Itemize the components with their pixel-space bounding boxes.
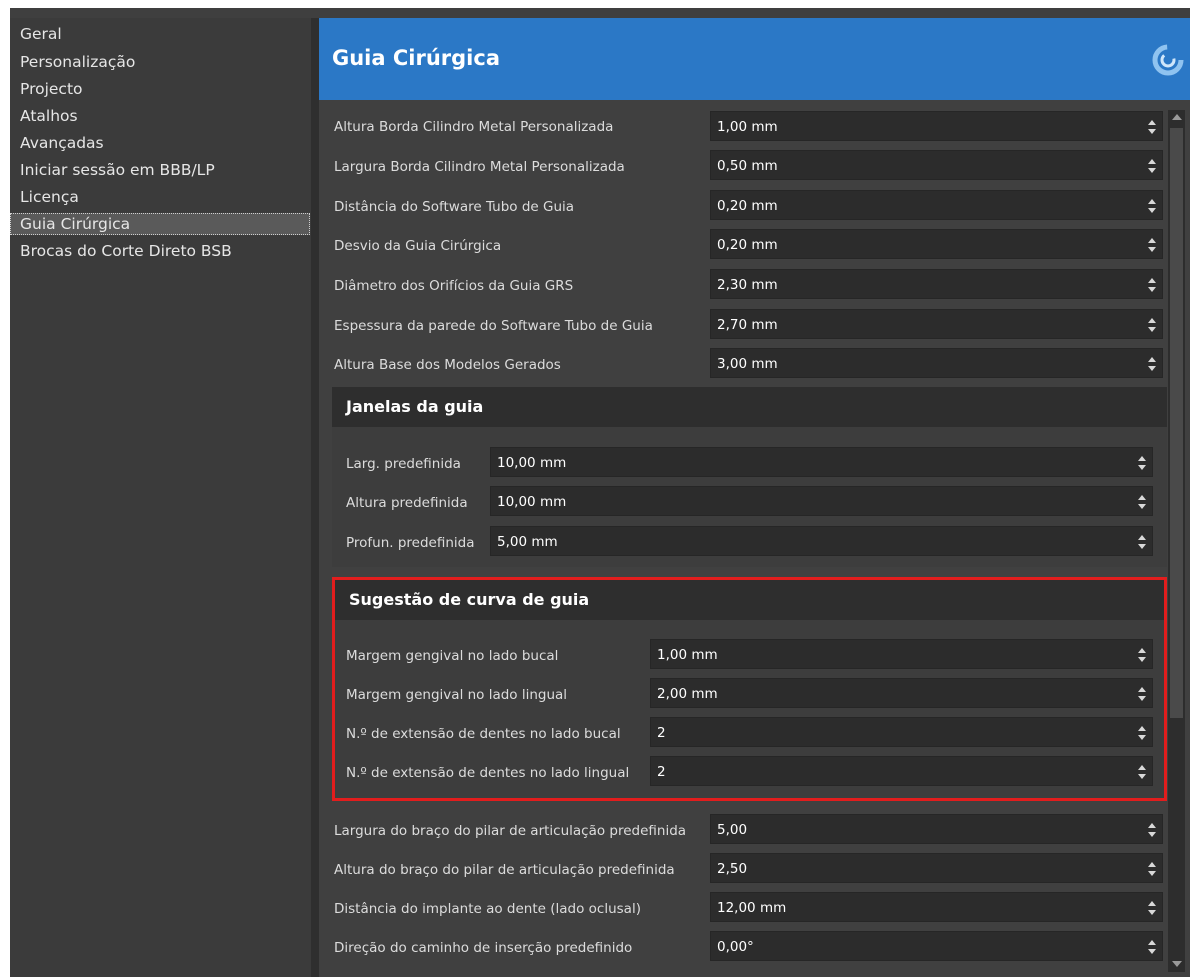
group-title: Janelas da guia (332, 387, 1167, 427)
setting-label: N.º de extensão de dentes no lado bucal (346, 726, 621, 742)
setting-label: Altura do braço do pilar de articulação … (334, 862, 675, 878)
field-value: 10,00 mm (497, 455, 567, 471)
spin-arrows-icon[interactable] (1138, 455, 1146, 471)
sidebar-item-brocas-corte-direto[interactable]: Brocas do Corte Direto BSB (10, 240, 310, 262)
field-value: 2,30 mm (717, 277, 778, 293)
sidebar-item-personalizacao[interactable]: Personalização (10, 51, 310, 73)
spin-arrows-icon[interactable] (1148, 822, 1156, 838)
field-value: 0,00° (717, 939, 754, 955)
setting-label: Larg. predefinida (346, 456, 461, 472)
abutment-arm-width-spinbox[interactable]: 5,00 (710, 814, 1163, 844)
tube-wall-thickness-spinbox[interactable]: 2,70 mm (710, 309, 1163, 339)
setting-label: Direção do caminho de inserção predefini… (334, 940, 633, 956)
sidebar-item-geral[interactable]: Geral (10, 23, 310, 45)
setting-label: Espessura da parede do Software Tubo de … (334, 318, 653, 334)
field-value: 2,70 mm (717, 317, 778, 333)
setting-label: Distância do Software Tubo de Guia (334, 199, 575, 215)
group-title: Sugestão de curva de guia (335, 580, 1164, 620)
setting-label: Largura do braço do pilar de articulação… (334, 823, 687, 839)
field-value: 12,00 mm (717, 900, 787, 916)
implant-tooth-distance-spinbox[interactable]: 12,00 mm (710, 892, 1163, 922)
field-value: 0,50 mm (717, 158, 778, 174)
scroll-up-arrow-icon[interactable] (1170, 111, 1183, 125)
field-value: 3,00 mm (717, 356, 778, 372)
sidebar-item-atalhos[interactable]: Atalhos (10, 105, 310, 127)
setting-label: Margem gengival no lado lingual (346, 687, 568, 703)
metal-cylinder-height-spinbox[interactable]: 1,00 mm (710, 111, 1163, 141)
setting-label: Largura Borda Cilindro Metal Personaliza… (334, 159, 625, 175)
spin-arrows-icon[interactable] (1138, 764, 1146, 780)
buccal-gingival-margin-spinbox[interactable]: 1,00 mm (650, 639, 1153, 669)
blue-swirl-logo-icon (1152, 44, 1184, 76)
sidebar-item-licenca[interactable]: Licença (10, 186, 310, 208)
setting-label: Altura Borda Cilindro Metal Personalizad… (334, 119, 614, 135)
field-value: 2,00 mm (657, 686, 718, 702)
setting-label: Diâmetro dos Orifícios da Guia GRS (334, 278, 574, 294)
setting-label: Altura Base dos Modelos Gerados (334, 357, 561, 373)
spin-arrows-icon[interactable] (1148, 277, 1156, 293)
spin-arrows-icon[interactable] (1148, 317, 1156, 333)
window-width-spinbox[interactable]: 10,00 mm (490, 447, 1153, 477)
insertion-path-direction-spinbox[interactable]: 0,00° (710, 931, 1163, 961)
setting-label: Altura predefinida (346, 495, 468, 511)
spin-arrows-icon[interactable] (1148, 939, 1156, 955)
spin-arrows-icon[interactable] (1138, 494, 1146, 510)
spin-arrows-icon[interactable] (1148, 158, 1156, 174)
scroll-down-arrow-icon[interactable] (1170, 957, 1183, 971)
window-depth-spinbox[interactable]: 5,00 mm (490, 526, 1153, 556)
spin-arrows-icon[interactable] (1148, 119, 1156, 135)
spin-arrows-icon[interactable] (1148, 198, 1156, 214)
field-value: 0,20 mm (717, 237, 778, 253)
model-base-height-spinbox[interactable]: 3,00 mm (710, 348, 1163, 378)
setting-label: Distância do implante ao dente (lado ocl… (334, 901, 641, 917)
lingual-gingival-margin-spinbox[interactable]: 2,00 mm (650, 678, 1153, 708)
guide-tube-distance-spinbox[interactable]: 0,20 mm (710, 190, 1163, 220)
field-value: 2 (657, 725, 666, 741)
setting-label: Margem gengival no lado bucal (346, 648, 559, 664)
field-value: 1,00 mm (717, 119, 778, 135)
setting-label: Profun. predefinida (346, 535, 475, 551)
spin-arrows-icon[interactable] (1148, 861, 1156, 877)
abutment-arm-height-spinbox[interactable]: 2,50 (710, 853, 1163, 883)
grs-hole-diameter-spinbox[interactable]: 2,30 mm (710, 269, 1163, 299)
field-value: 0,20 mm (717, 198, 778, 214)
setting-label: Desvio da Guia Cirúrgica (334, 238, 502, 254)
field-value: 2 (657, 764, 666, 780)
spin-arrows-icon[interactable] (1138, 725, 1146, 741)
field-value: 1,00 mm (657, 647, 718, 663)
sidebar-item-guia-cirurgica[interactable]: Guia Cirúrgica (10, 213, 310, 235)
sidebar-divider (311, 18, 319, 977)
scrollbar-thumb[interactable] (1170, 128, 1183, 718)
spin-arrows-icon[interactable] (1138, 686, 1146, 702)
page-title: Guia Cirúrgica (332, 46, 500, 70)
field-value: 2,50 (717, 861, 748, 877)
spin-arrows-icon[interactable] (1148, 356, 1156, 372)
window-height-spinbox[interactable]: 10,00 mm (490, 486, 1153, 516)
field-value: 5,00 mm (497, 534, 558, 550)
setting-label: N.º de extensão de dentes no lado lingua… (346, 765, 630, 781)
spin-arrows-icon[interactable] (1138, 647, 1146, 663)
metal-cylinder-width-spinbox[interactable]: 0,50 mm (710, 150, 1163, 180)
lingual-teeth-extension-spinbox[interactable]: 2 (650, 756, 1153, 786)
spin-arrows-icon[interactable] (1138, 534, 1146, 550)
field-value: 10,00 mm (497, 494, 567, 510)
sidebar-item-avancadas[interactable]: Avançadas (10, 132, 310, 154)
buccal-teeth-extension-spinbox[interactable]: 2 (650, 717, 1153, 747)
sidebar-item-projecto[interactable]: Projecto (10, 78, 310, 100)
spin-arrows-icon[interactable] (1148, 237, 1156, 253)
spin-arrows-icon[interactable] (1148, 900, 1156, 916)
sidebar-item-iniciar-sessao[interactable]: Iniciar sessão em BBB/LP (10, 159, 310, 181)
surgical-guide-offset-spinbox[interactable]: 0,20 mm (710, 229, 1163, 259)
field-value: 5,00 (717, 822, 748, 838)
